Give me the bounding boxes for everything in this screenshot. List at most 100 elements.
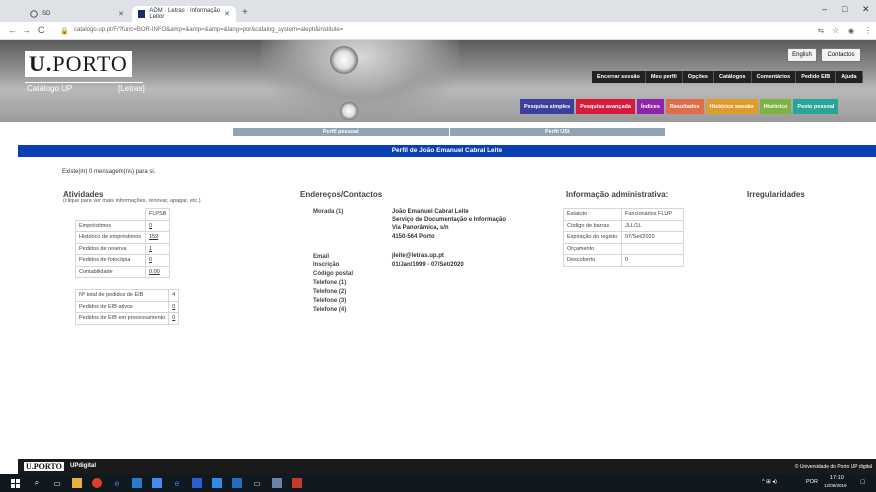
bookmark-star-icon[interactable]: ☆ [832,26,839,35]
notification-icon[interactable]: ▢ [860,479,865,485]
postal-code-label: Código postal [313,271,353,277]
search-tabs: Pesquisa simples Pesquisa avançada Índic… [520,99,839,114]
irregularities-heading: Irregularidades [747,190,805,199]
ie-icon[interactable]: e [172,478,182,488]
menu-kebab-icon[interactable]: ⋮ [864,26,872,35]
forward-icon[interactable]: → [22,25,31,35]
english-button[interactable]: English [787,48,817,62]
table-row: Pedidos de fotocópia 0 [75,254,171,267]
phone-1-label: Telefone (1) [313,280,347,286]
outlook-icon[interactable] [132,478,142,488]
menu-item-pedido-eib[interactable]: Pedido EIB [796,71,837,83]
accounting-link[interactable]: 0.00 [144,265,171,278]
tab-title: SD [42,11,51,17]
site-footer: U.PORTO UPdigital © Universidade do Port… [18,459,876,474]
column-header: FLPSB [144,208,171,221]
contacts-button[interactable]: Contactos [821,48,861,62]
eib-table: Nº total de pedidos de EIB 4 Pedidos de E… [74,289,180,325]
browser-tab-1[interactable]: SD ✕ [24,6,130,22]
tray-icons[interactable]: ^ ⊞ ◂) [762,479,777,485]
tab-perfil-pessoal[interactable]: Perfil pessoal [233,128,450,136]
table-row: Código de barras JLL/1L [563,219,684,232]
language-indicator[interactable]: POR [806,479,818,485]
page-title: Perfil de João Emanuel Cabral Leite [18,145,876,157]
table-row: Nº total de pedidos de EIB 4 [74,289,180,302]
footer-updigital[interactable]: UPdigital [70,463,96,469]
new-tab-icon[interactable]: + [242,7,248,18]
menu-item-meu-perfil[interactable]: Meu perfil [646,71,683,83]
tab-indices[interactable]: Índices [636,99,664,114]
menu-item-opcoes[interactable]: Opções [683,71,714,83]
close-tab-icon[interactable]: ✕ [224,10,230,18]
email-label: Email [313,254,330,260]
catalog-label: Catálogo UP [27,84,73,93]
translate-icon[interactable]: ⇆ [818,27,824,35]
lock-icon: 🔒 [60,28,69,35]
menu-item-comentarios[interactable]: Comentários [752,71,797,83]
browser-tab-bar: SD ✕ ADM · Letras · Informação Leitor ✕ … [0,0,876,22]
browser-tab-2[interactable]: ADM · Letras · Informação Leitor ✕ [132,6,236,22]
reservations-link[interactable]: 1 [144,242,171,255]
uporto-logo[interactable]: U.PORTO [25,51,132,77]
menu-item-catalogos[interactable]: Catálogos [714,71,752,83]
faculty-label: [Letras] [118,84,145,93]
app-icon[interactable] [232,478,242,488]
table-row: Pedidos de EIB em processamento 0 [74,312,180,325]
ceiling-lamp-image [340,102,358,120]
photocopy-link[interactable]: 0 [144,254,171,267]
tab-resultados[interactable]: Resultados [665,99,704,114]
phone-3-label: Telefone (3) [313,298,347,304]
tab-historico[interactable]: Histórico [759,99,792,114]
eib-processing-link[interactable]: 0 [168,312,180,325]
table-row: Pedidos de EIB ativos 0 [74,300,180,313]
phone-2-label: Telefone (2) [313,289,347,295]
admin-table: Estatuto Funcionários FLUP Código de barr… [563,208,684,267]
close-window-icon[interactable]: ✕ [862,4,870,15]
reload-icon[interactable]: C [38,25,45,35]
search-icon[interactable]: ⌕ [32,478,42,488]
clock-date[interactable]: 12/09/2019 [824,483,847,488]
word-icon[interactable] [192,478,202,488]
tab-pesquisa-simples[interactable]: Pesquisa simples [520,99,575,114]
url-input[interactable]: catalogo.up.pt/F/?func=BOR-INFO&amp=&amp… [74,27,343,33]
table-row: Contabilidade 0.00 [75,265,171,278]
main-menu: Encerrar sessão Meu perfil Opções Catálo… [592,71,863,83]
messages-text: Existe(m) 0 mensagem(ns) para si. [62,169,156,175]
pdf-icon[interactable] [292,478,302,488]
tab-historico-sessao[interactable]: Histórico sessão [705,99,758,114]
tab-perfil-usi[interactable]: Perfil USI [450,128,666,136]
tab-pesquisa-avancada[interactable]: Pesquisa avançada [576,99,635,114]
menu-item-ajuda[interactable]: Ajuda [836,71,863,83]
windows-start-icon[interactable] [10,478,20,488]
loan-history-link[interactable]: 159 [144,231,171,244]
profile-subnav: Perfil pessoal Perfil USI [233,128,665,136]
close-tab-icon[interactable]: ✕ [118,10,124,18]
minimize-icon[interactable]: – [822,4,827,14]
address-line: João Emanuel Cabral Leite [392,209,469,215]
loans-link[interactable]: 0 [144,219,171,232]
table-row: Orçamento [563,242,684,255]
tab-pesto-pessoal[interactable]: Pesto pessoal [793,99,839,114]
app-icon[interactable] [152,478,162,488]
clock-time[interactable]: 17:10 [830,475,844,481]
globe-icon [30,10,38,18]
address-line: Via Panorâmica, s/n [392,225,449,231]
back-icon[interactable]: ← [8,25,17,35]
extension-icon[interactable]: ◉ [848,27,854,35]
maximize-icon[interactable]: □ [842,4,847,14]
ceiling-image [260,40,460,122]
teams-icon[interactable] [212,478,222,488]
site-banner: U.PORTO Catálogo UP [Letras] English Con… [0,40,876,122]
admin-heading: Informação administrativa: [566,190,669,199]
logo-divider [25,82,143,83]
footer-logo[interactable]: U.PORTO [24,462,64,471]
eib-active-link[interactable]: 0 [168,300,180,313]
task-view-icon[interactable]: ▭ [52,478,62,488]
email-value: jleite@letras.up.pt [392,253,444,259]
file-explorer-icon[interactable] [72,478,82,488]
menu-item-encerrar-sessao[interactable]: Encerrar sessão [592,71,646,83]
edge-icon[interactable]: e [112,478,122,488]
app-icon[interactable] [272,478,282,488]
monitor-icon[interactable]: ▭ [252,478,262,488]
chrome-icon[interactable] [92,478,102,488]
